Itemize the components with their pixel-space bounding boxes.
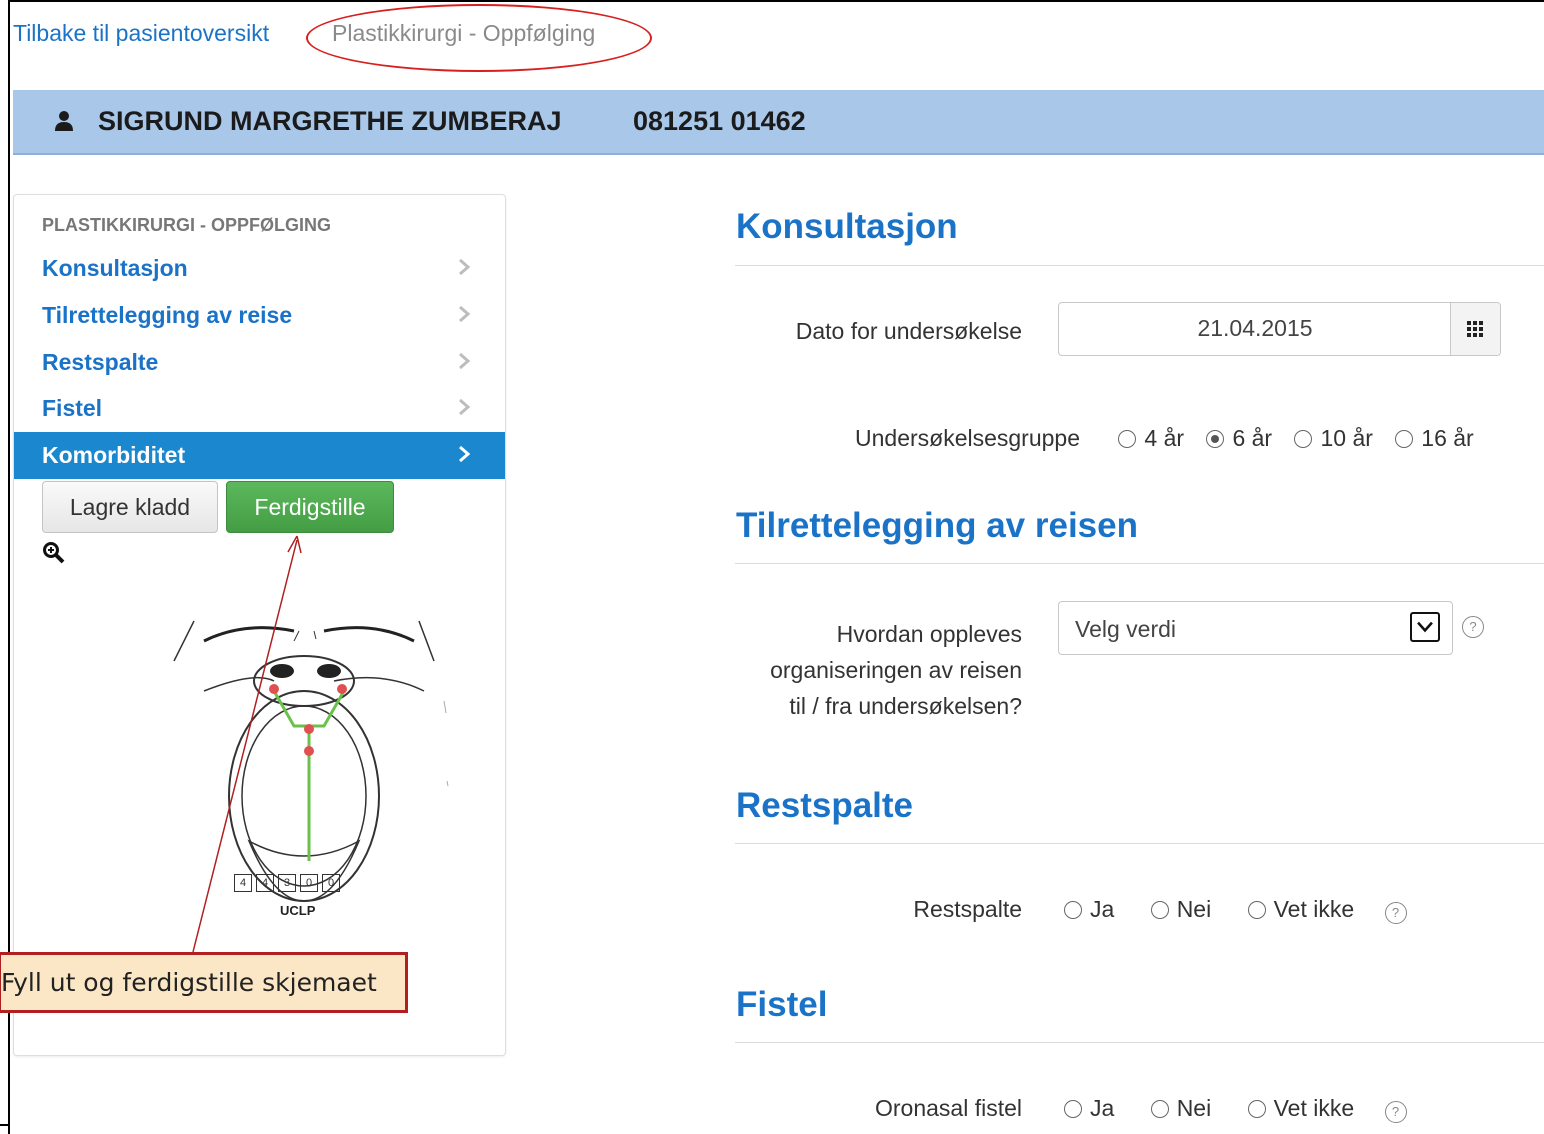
group-option-16[interactable]: 16 år (1395, 425, 1474, 452)
radio-button[interactable] (1150, 1100, 1169, 1118)
radio-button-checked[interactable] (1206, 430, 1225, 448)
sidebar-item-label: Komorbiditet (42, 442, 186, 468)
group-option-6[interactable]: 6 år (1206, 425, 1272, 452)
section-title-konsultasjon: Konsultasjon (736, 207, 958, 246)
travel-question-label: Hvordan oppleves organiseringen av reise… (700, 616, 1022, 724)
select-value: Velg verdi (1075, 616, 1177, 642)
chevron-right-icon (459, 258, 471, 276)
group-label: Undersøkelsesgruppe (855, 425, 1081, 451)
section-title-restspalte: Restspalte (736, 786, 914, 825)
sidebar-item-label: Restspalte (42, 349, 159, 375)
chevron-right-icon (459, 305, 471, 323)
diagram-label: UCLP (280, 903, 316, 918)
annotation-ellipse (306, 4, 652, 72)
radio-button[interactable] (1064, 901, 1082, 919)
fistel-option-nei[interactable]: Nei (1150, 1095, 1211, 1122)
sidebar-item-fistel[interactable]: Fistel (14, 385, 505, 432)
divider (735, 1042, 1544, 1043)
score-box: 0 (322, 874, 340, 892)
fistel-radio-line: Ja Nei Vet ikke ? (1064, 1095, 1407, 1123)
radio-button[interactable] (1064, 1100, 1082, 1118)
sidebar-item-label: Tilrettelegging av reise (42, 302, 293, 328)
question-line: til / fra undersøkelsen? (789, 693, 1022, 719)
chevron-right-icon (459, 445, 471, 463)
help-icon[interactable]: ? (1462, 616, 1484, 638)
restspalte-label: Restspalte (913, 896, 1022, 922)
score-box: 4 (234, 874, 252, 892)
sidebar-item-reise[interactable]: Tilrettelegging av reise (14, 292, 505, 339)
divider (735, 265, 1544, 266)
sidebar-item-konsultasjon[interactable]: Konsultasjon (14, 245, 505, 292)
score-box: 0 (300, 874, 318, 892)
fistel-label: Oronasal fistel (874, 1095, 1022, 1121)
calendar-button[interactable] (1450, 303, 1500, 355)
radio-button[interactable] (1247, 1100, 1266, 1118)
section-title-reise: Tilrettelegging av reisen (736, 506, 1138, 545)
sidebar-panel: PLASTIKKIRURGI - OPPFØLGING Konsultasjon… (13, 194, 506, 1056)
travel-select[interactable]: Velg verdi (1058, 601, 1453, 655)
user-icon (55, 111, 73, 131)
group-option-10[interactable]: 10 år (1294, 425, 1373, 452)
date-value: 21.04.2015 (1197, 315, 1313, 341)
annotation-callout: Fyll ut og ferdigstille skjemaet (0, 952, 408, 1013)
patient-header: SIGRUND MARGRETHE ZUMBERAJ 081251 01462 (13, 90, 1544, 155)
finish-button[interactable]: Ferdigstille (226, 481, 394, 533)
group-radio-line: Undersøkelsesgruppe 4 år 6 år 10 år 16 å… (855, 425, 1490, 452)
save-draft-button[interactable]: Lagre kladd (42, 481, 218, 533)
sidebar-heading: PLASTIKKIRURGI - OPPFØLGING (42, 215, 332, 235)
group-option-4[interactable]: 4 år (1118, 425, 1184, 452)
chevron-right-icon (459, 398, 471, 416)
restspalte-option-vet-ikke[interactable]: Vet ikke (1247, 896, 1354, 923)
radio-button[interactable] (1118, 430, 1137, 448)
help-icon[interactable]: ? (1384, 902, 1407, 924)
sidebar-item-restspalte[interactable]: Restspalte (14, 339, 505, 386)
back-to-patient-overview-link[interactable]: Tilbake til pasientoversikt (13, 20, 269, 47)
frame-tick (0, 1124, 10, 1126)
question-line: organiseringen av reisen (770, 657, 1022, 683)
calendar-grid-icon (1467, 321, 1483, 337)
callout-text: Fyll ut og ferdigstille skjemaet (1, 968, 377, 997)
divider (735, 843, 1544, 844)
patient-name: SIGRUND MARGRETHE ZUMBERAJ (98, 106, 562, 136)
sidebar-item-label: Konsultasjon (42, 255, 188, 281)
help-icon[interactable]: ? (1384, 1101, 1407, 1123)
sidebar-item-label: Fistel (42, 395, 103, 421)
sidebar-item-komorbiditet[interactable]: Komorbiditet (14, 432, 505, 479)
radio-button[interactable] (1247, 901, 1266, 919)
restspalte-option-ja[interactable]: Ja (1064, 896, 1114, 923)
patient-id: 081251 01462 (633, 106, 806, 136)
radio-button[interactable] (1150, 901, 1169, 919)
fistel-option-vet-ikke[interactable]: Vet ikke (1247, 1095, 1354, 1122)
zoom-in-icon[interactable] (42, 541, 66, 565)
radio-button[interactable] (1395, 430, 1414, 448)
score-box: 4 (256, 874, 274, 892)
chevron-right-icon (459, 352, 471, 370)
divider (735, 563, 1544, 564)
score-boxes: 44300 (234, 873, 344, 892)
restspalte-radio-line: Ja Nei Vet ikke ? (1064, 896, 1407, 924)
fistel-option-ja[interactable]: Ja (1064, 1095, 1114, 1122)
chevron-down-icon[interactable] (1410, 612, 1440, 642)
radio-button[interactable] (1294, 430, 1313, 448)
restspalte-option-nei[interactable]: Nei (1150, 896, 1211, 923)
section-title-fistel: Fistel (736, 985, 828, 1024)
date-field[interactable]: 21.04.2015 (1058, 302, 1501, 356)
date-label: Dato for undersøkelse (795, 318, 1022, 344)
question-line: Hvordan oppleves (836, 621, 1022, 647)
score-box: 3 (278, 874, 296, 892)
